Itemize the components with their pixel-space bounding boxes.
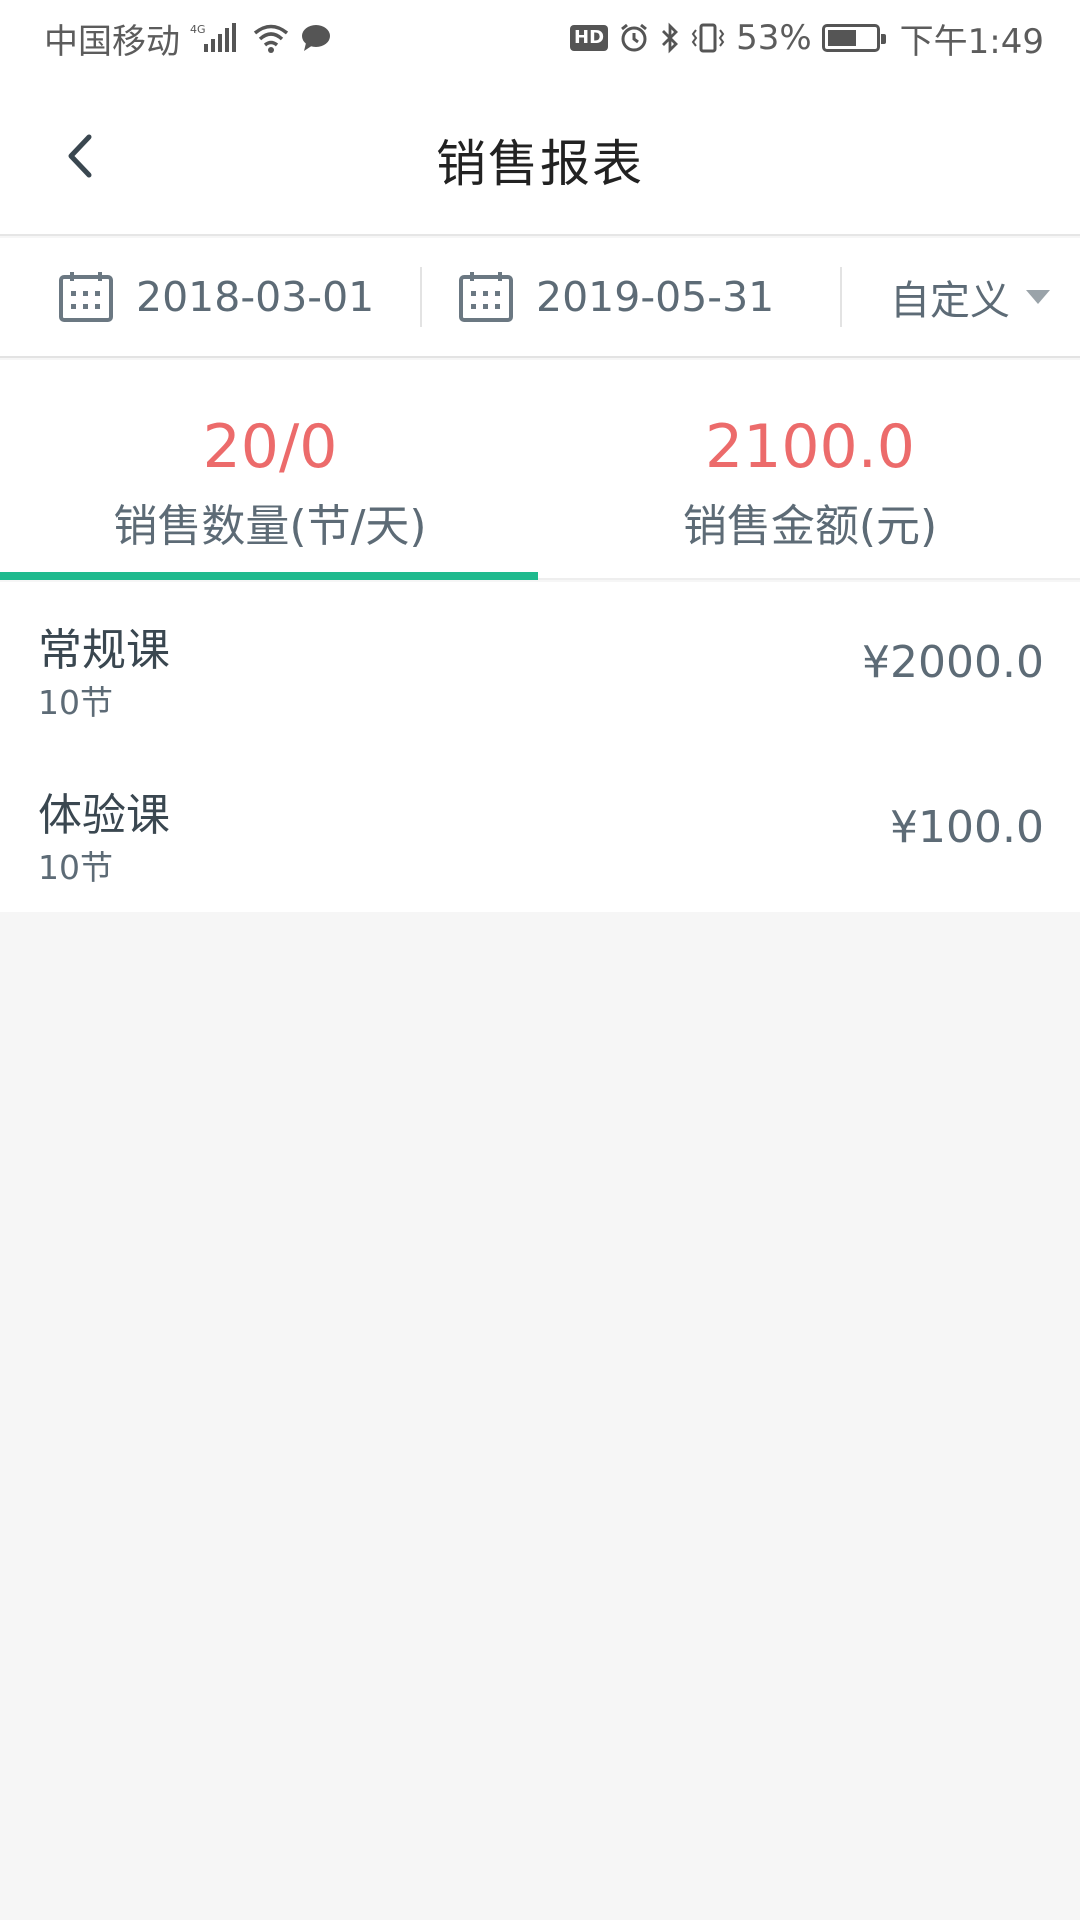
course-sales-list: 常规课 10节 ¥2000.0 体验课 10节 ¥100.0: [0, 582, 1080, 912]
list-item[interactable]: 体验课 10节 ¥100.0: [0, 747, 1080, 912]
course-amount: ¥2000.0: [862, 637, 1044, 688]
tab-sales-quantity[interactable]: 20/0 销售数量(节/天): [0, 360, 540, 580]
carrier-name: 中国移动: [44, 21, 180, 62]
caret-down-icon: [1026, 290, 1050, 304]
alarm-icon: [618, 22, 650, 54]
end-date-text: 2019-05-31: [536, 273, 775, 321]
page-title: 销售报表: [436, 135, 644, 193]
battery-icon: [821, 24, 886, 52]
signal-icon: 4G: [190, 22, 242, 54]
active-tab-indicator: [0, 572, 538, 580]
status-bar: 中国移动 4G HD 53% 下午1:49: [0, 0, 1080, 76]
message-icon: [300, 23, 332, 53]
sales-amount-value: 2100.0: [705, 412, 915, 482]
start-date-text: 2018-03-01: [136, 273, 375, 321]
calendar-icon: [459, 272, 513, 322]
course-name: 常规课: [38, 625, 170, 676]
battery-percent: 53%: [736, 18, 812, 58]
sales-amount-label: 销售金额(元): [682, 501, 938, 552]
list-item[interactable]: 常规课 10节 ¥2000.0: [0, 582, 1080, 747]
wifi-icon: [252, 22, 290, 54]
start-date-picker[interactable]: 2018-03-01: [0, 238, 420, 356]
course-name: 体验课: [38, 790, 170, 841]
summary-tabs: 20/0 销售数量(节/天) 2100.0 销售金额(元): [0, 360, 1080, 580]
status-left: 中国移动 4G: [44, 14, 332, 63]
end-date-picker[interactable]: 2019-05-31: [422, 238, 840, 356]
course-count: 10节: [38, 683, 113, 722]
status-right: HD 53% 下午1:49: [570, 14, 1044, 63]
tab-sales-amount[interactable]: 2100.0 销售金额(元): [540, 360, 1080, 578]
sales-quantity-label: 销售数量(节/天): [113, 501, 427, 552]
course-count: 10节: [38, 848, 113, 887]
bluetooth-icon: [660, 22, 680, 54]
calendar-icon: [59, 272, 113, 322]
sales-quantity-value: 20/0: [202, 412, 338, 482]
vibrate-icon: [690, 22, 726, 54]
range-dropdown-label: 自定义: [890, 278, 1010, 324]
course-amount: ¥100.0: [890, 802, 1044, 853]
range-dropdown[interactable]: 自定义: [842, 268, 1080, 326]
hd-badge: HD: [570, 25, 609, 51]
date-filter-bar: 2018-03-01 2019-05-31 自定义: [0, 238, 1080, 358]
network-type: 4G: [190, 23, 206, 36]
app-header: 销售报表: [0, 76, 1080, 236]
clock: 下午1:49: [899, 21, 1044, 62]
